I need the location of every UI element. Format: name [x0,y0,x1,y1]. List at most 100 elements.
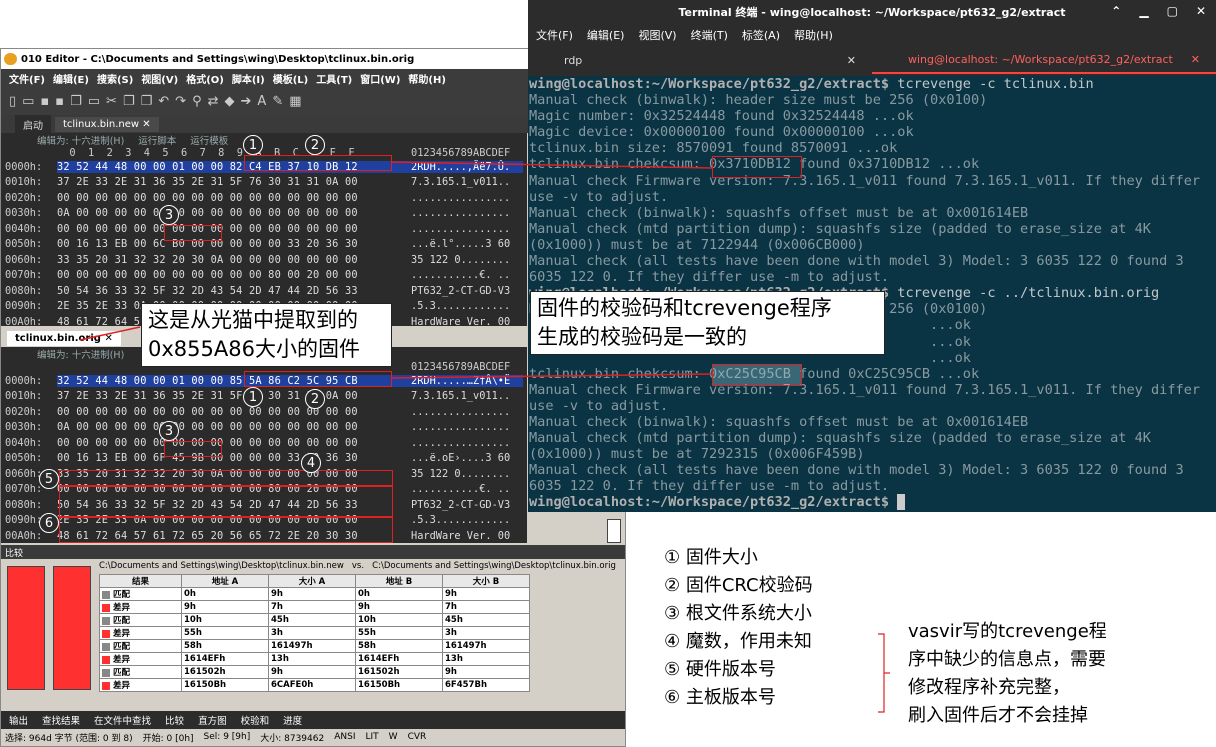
terminal-tab-extract[interactable]: wing@localhost: ~/Workspace/pt632_g2/ext… [872,46,1216,74]
hex-ascii[interactable]: 7.3.165.1_v011.. [405,176,523,188]
menu-item[interactable]: 窗口(W) [360,71,400,86]
terminal-menu-item[interactable]: 文件(F) [536,27,573,43]
menu-item[interactable]: 模板(L) [273,71,309,86]
hex-bytes[interactable]: 00 00 00 00 00 00 00 00 00 00 00 00 00 0… [57,406,405,418]
hex-bytes[interactable]: 00 00 00 00 00 00 00 00 00 00 00 00 00 0… [57,437,405,449]
menu-item[interactable]: 编辑(E) [53,71,89,86]
table-row[interactable]: 匹配 0h 9h 0h 9h [99,587,530,601]
close-icon[interactable]: ✕ [142,119,150,130]
table-row[interactable]: 差异 16150Bh 6CAFE0h 16150Bh 6F457Bh [99,678,530,692]
bottom-tab[interactable]: 输出 [9,713,28,727]
tab-tclinux-new[interactable]: tclinux.bin.new ✕ [55,116,159,132]
close-icon[interactable]: ✕ [1196,4,1206,18]
close-icon[interactable]: ✕ [847,54,856,67]
hex-bytes[interactable]: 37 2E 33 2E 31 36 35 2E 31 5F 76 30 31 3… [57,176,405,188]
new-file-icon[interactable]: ▯ [9,94,16,109]
minimize-icon[interactable]: ▁ [1139,4,1148,18]
hex-ascii[interactable]: .5.3............ [405,300,523,312]
hex-bytes[interactable]: 50 54 36 33 32 5F 32 2D 43 54 2D 47 44 2… [57,285,405,297]
menu-item[interactable]: 格式(O) [186,71,224,86]
hex-ascii[interactable]: HardWare Ver. 00 [405,530,523,542]
font-icon[interactable]: A [257,94,266,109]
hex-ascii[interactable]: HardWare Ver. 00 [405,316,523,328]
paste-icon[interactable]: ❐ [123,94,135,109]
terminal-menu-item[interactable]: 帮助(H) [794,27,833,43]
scrollbar[interactable] [607,519,621,543]
goto-arrow-icon[interactable]: ➔ [241,94,252,109]
menu-item[interactable]: 帮助(H) [408,71,446,86]
table-row[interactable]: 差异 1614EFh 13h 1614EFh 13h [99,652,530,666]
folder-icon[interactable]: ▭ [88,94,100,109]
hex-ascii[interactable]: ................ [405,437,523,449]
hex-ascii[interactable]: ................ [405,207,523,219]
hex-ascii[interactable]: PT632_2-CT-GD-V3 [405,285,523,297]
open-folder-icon[interactable]: ▭ [22,94,34,109]
hex-ascii[interactable]: PT632_2-CT-GD-V3 [405,499,523,511]
hex-ascii[interactable]: ................ [405,223,523,235]
hex-ascii[interactable]: ...........€. .. [405,269,523,281]
replace-icon[interactable]: ⇄ [208,94,219,109]
compare-column-header[interactable]: 地址 B [355,574,443,588]
compare-column-header[interactable]: 结果 [99,574,182,588]
bottom-tab[interactable]: 进度 [283,713,302,727]
highlight-icon[interactable]: ✎ [272,94,283,109]
terminal-menu-item[interactable]: 终端(T) [691,27,728,43]
menu-item[interactable]: 脚本(I) [232,71,265,86]
terminal-menu-item[interactable]: 标签(A) [742,27,780,43]
hex-bytes[interactable]: 37 2E 33 2E 31 36 35 2E 31 5F 76 30 31 3… [57,390,405,402]
cut-icon[interactable]: ✂ [106,94,117,109]
hex-ascii[interactable]: ...ë.l°.....3 60 [405,238,523,250]
maximize-up-icon[interactable]: ⌃ [1111,4,1121,18]
menu-item[interactable]: 搜索(S) [97,71,133,86]
copy-icon[interactable]: ❐ [70,94,82,109]
hex-bytes[interactable]: 33 35 20 31 32 32 20 30 0A 00 00 00 00 0… [57,254,405,266]
hex-bytes[interactable]: 0A 00 00 00 00 00 00 00 00 00 00 00 00 0… [57,207,405,219]
hex-ascii[interactable]: 2RDH.....‚Äë7.Û. [405,160,523,173]
edit-as-label[interactable]: 编辑为: 十六进制(H) [37,133,124,147]
tab-tclinux-orig[interactable]: tclinux.bin.orig ✕ [7,330,121,346]
bottom-tab[interactable]: 直方图 [198,713,227,727]
close-icon[interactable]: ✕ [104,333,112,344]
bottom-tab[interactable]: 比较 [165,713,184,727]
terminal-tab-rdp[interactable]: rdp ✕ [528,46,872,74]
bottom-tab[interactable]: 查找结果 [42,713,80,727]
table-row[interactable]: 匹配 10h 45h 10h 45h [99,613,530,627]
hex-ascii[interactable]: ...........€. .. [405,483,523,495]
table-row[interactable]: 匹配 58h 161497h 58h 161497h [99,639,530,653]
run-template-label[interactable]: 运行模板 [190,133,228,147]
compare-column-header[interactable]: 地址 A [181,574,269,588]
redo-icon[interactable]: ↷ [175,94,186,109]
clipboard-icon[interactable]: ❐ [141,94,153,109]
save-icon[interactable]: ▪ [40,94,49,109]
hex-bytes[interactable]: 00 00 00 00 00 00 00 00 00 00 00 80 00 2… [57,269,405,281]
menu-item[interactable]: 工具(T) [316,71,352,86]
menu-item[interactable]: 文件(F) [9,71,45,86]
hex-ascii[interactable]: 35 122 0........ [405,468,523,480]
hex-bytes[interactable]: 00 16 13 EB 00 6C B0 00 00 00 00 00 33 2… [57,238,405,250]
terminal-menu-item[interactable]: 编辑(E) [587,27,625,43]
hex-bytes[interactable]: 00 00 00 00 00 00 00 00 00 00 00 00 00 0… [57,192,405,204]
undo-icon[interactable]: ↶ [158,94,169,109]
hex-ascii[interactable]: ................ [405,192,523,204]
hex-bytes[interactable]: 00 16 13 EB 00 6F 45 9B 00 00 00 00 33 2… [57,452,405,464]
hex-ascii[interactable]: ................ [405,406,523,418]
terminal-menu-item[interactable]: 视图(V) [638,27,676,43]
bottom-tab[interactable]: 校验和 [241,713,270,727]
hex-ascii[interactable]: 35 122 0........ [405,254,523,266]
bookmark-icon[interactable]: ◆ [225,94,235,109]
menu-item[interactable]: 视图(V) [141,71,178,86]
hex-ascii[interactable]: ................ [405,421,523,433]
hex-ascii[interactable]: 7.3.165.1_v011.. [405,390,523,402]
search-icon[interactable]: ⚲ [192,94,202,109]
tab-start[interactable]: 启动 [15,114,51,134]
hex-ascii[interactable]: .5.3............ [405,514,523,526]
close-icon[interactable]: ✕ [1191,53,1200,66]
save-all-icon[interactable]: ▪ [55,94,64,109]
run-script-label[interactable]: 运行脚本 [138,133,176,147]
bottom-tab[interactable]: 在文件中查找 [94,713,151,727]
grid-icon[interactable]: ▦ [289,94,301,109]
hex-bytes[interactable]: 0A 00 00 00 00 00 00 00 00 00 00 00 00 0… [57,421,405,433]
compare-column-header[interactable]: 大小 B [442,574,530,588]
table-row[interactable]: 匹配 161502h 9h 161502h 9h [99,665,530,679]
hex-ascii[interactable]: ...ë.oE›....3 60 [405,452,523,464]
